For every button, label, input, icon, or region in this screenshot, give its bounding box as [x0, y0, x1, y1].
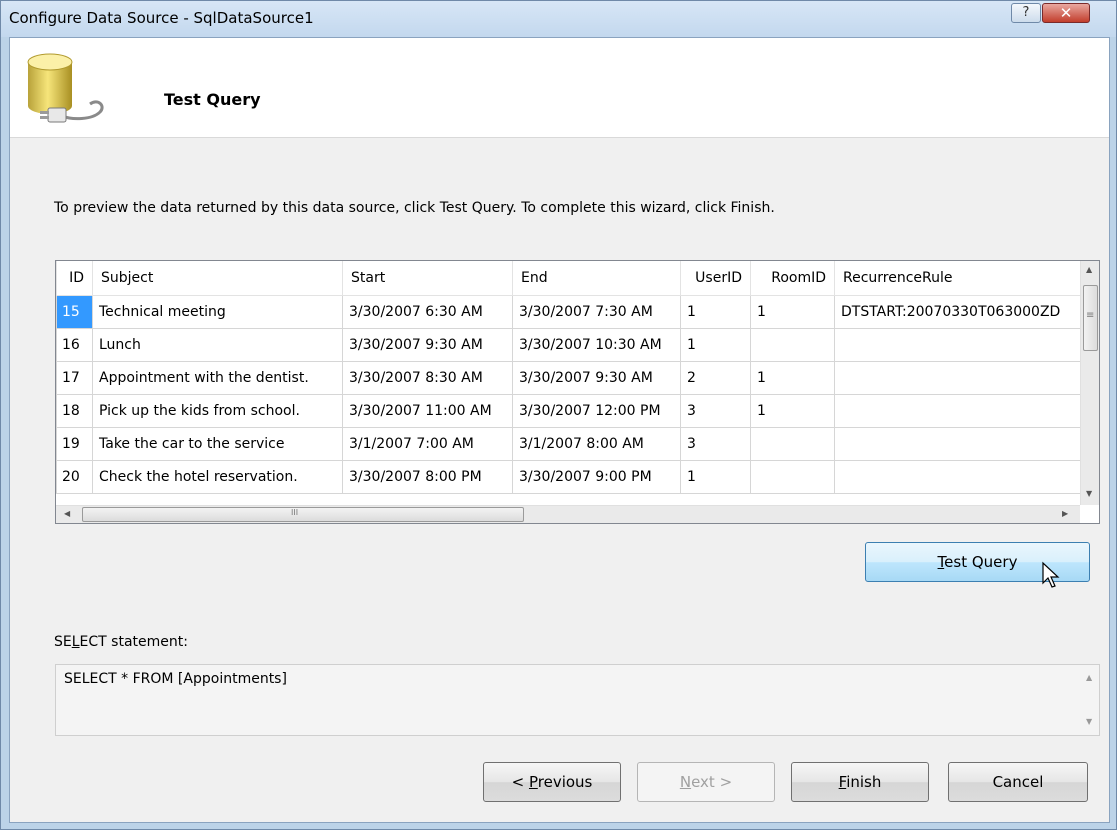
cell-start[interactable]: 3/30/2007 11:00 AM: [342, 393, 513, 428]
grid-horizontal-scrollbar[interactable]: ◀ III ▶: [56, 505, 1080, 523]
table-row[interactable]: 20 Check the hotel reservation. 3/30/200…: [56, 459, 1081, 494]
cell-recurrencerule[interactable]: [834, 426, 1081, 461]
cell-recurrencerule[interactable]: DTSTART:20070330T063000ZD: [834, 294, 1081, 329]
results-grid[interactable]: ID Subject Start End UserID RoomID Recur…: [55, 260, 1100, 524]
cell-subject[interactable]: Pick up the kids from school.: [92, 393, 343, 428]
mouse-cursor-icon: [1042, 561, 1060, 588]
header-row: ID Subject Start End UserID RoomID Recur…: [56, 261, 1081, 296]
cell-id[interactable]: 19: [56, 426, 93, 461]
cell-id[interactable]: 15: [56, 294, 93, 329]
cell-end[interactable]: 3/30/2007 7:30 AM: [512, 294, 681, 329]
cell-recurrencerule[interactable]: [834, 327, 1081, 362]
column-header-subject[interactable]: Subject: [92, 261, 343, 296]
cell-recurrencerule[interactable]: [834, 459, 1081, 494]
cell-start[interactable]: 3/30/2007 6:30 AM: [342, 294, 513, 329]
cell-recurrencerule[interactable]: [834, 393, 1081, 428]
scroll-up-arrow-icon[interactable]: ▲: [1086, 265, 1092, 274]
previous-mnemonic: P: [528, 773, 538, 791]
previous-label-rest: revious: [537, 773, 593, 791]
table-row[interactable]: 17 Appointment with the dentist. 3/30/20…: [56, 360, 1081, 395]
close-button[interactable]: ✕: [1042, 3, 1090, 23]
cell-start[interactable]: 3/1/2007 7:00 AM: [342, 426, 513, 461]
grid-vertical-scrollbar[interactable]: ▲ ≡ ▼: [1080, 261, 1099, 505]
cell-roomid[interactable]: 1: [750, 360, 835, 395]
cell-userid[interactable]: 1: [680, 327, 751, 362]
next-button[interactable]: Next >: [637, 762, 775, 802]
scroll-up-arrow-icon[interactable]: ▲: [1086, 673, 1092, 682]
wizard-header: Test Query: [10, 38, 1109, 138]
table-row[interactable]: 18 Pick up the kids from school. 3/30/20…: [56, 393, 1081, 428]
select-label-mnemonic: L: [71, 634, 80, 650]
page-title: Test Query: [164, 90, 261, 109]
cell-roomid[interactable]: [750, 426, 835, 461]
grip-lines-icon: III: [291, 508, 299, 517]
wizard-page: Test Query To preview the data returned …: [9, 37, 1110, 823]
cell-userid[interactable]: 1: [680, 294, 751, 329]
scroll-down-arrow-icon[interactable]: ▼: [1086, 489, 1092, 498]
cancel-button[interactable]: Cancel: [948, 762, 1088, 802]
instructions-text: To preview the data returned by this dat…: [54, 200, 775, 216]
cell-roomid[interactable]: 1: [750, 294, 835, 329]
cell-userid[interactable]: 3: [680, 393, 751, 428]
cell-end[interactable]: 3/30/2007 12:00 PM: [512, 393, 681, 428]
cell-subject[interactable]: Lunch: [92, 327, 343, 362]
dialog-window: Configure Data Source - SqlDataSource1 ?…: [0, 0, 1117, 830]
cell-start[interactable]: 3/30/2007 8:00 PM: [342, 459, 513, 494]
column-header-start[interactable]: Start: [342, 261, 513, 296]
cell-subject[interactable]: Check the hotel reservation.: [92, 459, 343, 494]
select-statement-box[interactable]: SELECT * FROM [Appointments] ▲ ▼: [55, 664, 1100, 736]
cell-userid[interactable]: 3: [680, 426, 751, 461]
cell-end[interactable]: 3/30/2007 9:30 AM: [512, 360, 681, 395]
grid-vertical-scroll-thumb[interactable]: ≡: [1083, 285, 1098, 351]
cell-id[interactable]: 17: [56, 360, 93, 395]
grip-lines-icon: ≡: [1086, 310, 1095, 321]
table-row[interactable]: 15 Technical meeting 3/30/2007 6:30 AM 3…: [56, 294, 1081, 329]
cell-subject[interactable]: Take the car to the service: [92, 426, 343, 461]
column-header-id[interactable]: ID: [56, 261, 93, 296]
window-title: Configure Data Source - SqlDataSource1: [9, 9, 314, 27]
table-row[interactable]: 19 Take the car to the service 3/1/2007 …: [56, 426, 1081, 461]
test-query-label: est Query: [944, 553, 1018, 571]
cell-roomid[interactable]: [750, 459, 835, 494]
previous-label-pre: <: [511, 773, 529, 791]
cell-end[interactable]: 3/30/2007 9:00 PM: [512, 459, 681, 494]
column-header-end[interactable]: End: [512, 261, 681, 296]
select-statement-text: SELECT * FROM [Appointments]: [64, 671, 287, 687]
cell-userid[interactable]: 1: [680, 459, 751, 494]
column-header-roomid[interactable]: RoomID: [750, 261, 835, 296]
help-button[interactable]: ?: [1011, 3, 1041, 23]
results-table: ID Subject Start End UserID RoomID Recur…: [56, 261, 1081, 494]
next-mnemonic: N: [679, 773, 692, 791]
grid-horizontal-scroll-thumb[interactable]: III: [82, 507, 524, 522]
cell-id[interactable]: 20: [56, 459, 93, 494]
cell-recurrencerule[interactable]: [834, 360, 1081, 395]
table-row[interactable]: 16 Lunch 3/30/2007 9:30 AM 3/30/2007 10:…: [56, 327, 1081, 362]
scroll-down-arrow-icon[interactable]: ▼: [1086, 717, 1092, 726]
cell-start[interactable]: 3/30/2007 9:30 AM: [342, 327, 513, 362]
cell-subject[interactable]: Technical meeting: [92, 294, 343, 329]
select-label-pre: SE: [54, 634, 72, 650]
select-label-post: ECT statement:: [79, 634, 188, 650]
select-statement-label: SELECT statement:: [54, 634, 188, 650]
sql-vertical-scrollbar[interactable]: ▲ ▼: [1080, 665, 1099, 735]
scroll-right-arrow-icon[interactable]: ▶: [1062, 509, 1068, 518]
cell-id[interactable]: 18: [56, 393, 93, 428]
cell-end[interactable]: 3/30/2007 10:30 AM: [512, 327, 681, 362]
previous-button[interactable]: < Previous: [483, 762, 621, 802]
cell-id[interactable]: 16: [56, 327, 93, 362]
finish-button[interactable]: Finish: [791, 762, 929, 802]
finish-label-rest: inish: [846, 773, 882, 791]
cell-start[interactable]: 3/30/2007 8:30 AM: [342, 360, 513, 395]
cell-end[interactable]: 3/1/2007 8:00 AM: [512, 426, 681, 461]
cell-userid[interactable]: 2: [680, 360, 751, 395]
column-header-recurrencerule[interactable]: RecurrenceRule: [834, 261, 1081, 296]
scroll-left-arrow-icon[interactable]: ◀: [64, 509, 70, 518]
title-bar[interactable]: Configure Data Source - SqlDataSource1 ?…: [1, 1, 1116, 37]
database-plug-icon: [27, 53, 104, 123]
next-label-rest: ext >: [691, 773, 733, 791]
cell-roomid[interactable]: [750, 327, 835, 362]
cell-subject[interactable]: Appointment with the dentist.: [92, 360, 343, 395]
column-header-userid[interactable]: UserID: [680, 261, 751, 296]
cell-roomid[interactable]: 1: [750, 393, 835, 428]
